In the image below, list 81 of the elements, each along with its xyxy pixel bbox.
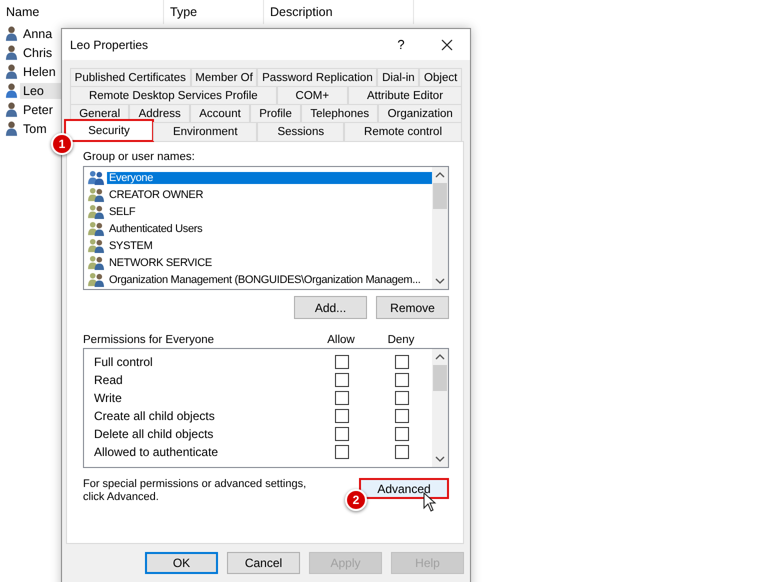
advanced-note: For special permissions or advanced settings, click Advanced. bbox=[83, 478, 308, 504]
help-button[interactable]: ? bbox=[378, 29, 424, 60]
user-icon bbox=[5, 45, 18, 60]
permission-name: Write bbox=[94, 391, 123, 405]
tab[interactable]: Address bbox=[129, 104, 190, 122]
window-title: Leo Properties bbox=[70, 38, 150, 52]
deny-checkbox[interactable] bbox=[395, 427, 409, 441]
group-icon bbox=[88, 272, 105, 287]
permission-name: Delete all child objects bbox=[94, 427, 214, 441]
group-icon bbox=[88, 170, 105, 185]
group-icon bbox=[88, 204, 105, 219]
user-icon bbox=[5, 83, 18, 98]
principal-item[interactable]: SELF bbox=[107, 206, 432, 218]
tab[interactable]: Dial-in bbox=[377, 68, 420, 86]
allow-checkbox[interactable] bbox=[335, 355, 349, 369]
scrollbar[interactable] bbox=[432, 349, 448, 467]
tab[interactable]: Password Replication bbox=[257, 68, 378, 86]
scroll-up-icon bbox=[435, 171, 445, 179]
allow-checkbox[interactable] bbox=[335, 445, 349, 459]
dialog-button[interactable]: Cancel bbox=[227, 552, 300, 574]
group-label: Group or user names: bbox=[83, 151, 196, 163]
permission-name: Create all child objects bbox=[94, 409, 216, 423]
allow-checkbox[interactable] bbox=[335, 391, 349, 405]
scroll-thumb[interactable] bbox=[433, 183, 447, 209]
scroll-down-icon bbox=[435, 455, 445, 463]
allow-checkbox[interactable] bbox=[335, 373, 349, 387]
list-button[interactable]: Remove bbox=[376, 296, 449, 319]
group-icon bbox=[88, 255, 105, 270]
tab[interactable]: Remote Desktop Services Profile bbox=[70, 86, 277, 104]
deny-checkbox[interactable] bbox=[395, 445, 409, 459]
allow-checkbox[interactable] bbox=[335, 409, 349, 423]
group-icon bbox=[88, 238, 105, 253]
principal-item[interactable]: Everyone bbox=[107, 172, 432, 184]
permission-name: Read bbox=[94, 373, 124, 387]
group-icon bbox=[88, 221, 105, 236]
allow-checkbox[interactable] bbox=[335, 427, 349, 441]
principal-item[interactable]: CREATOR OWNER bbox=[107, 188, 432, 200]
permissions-label: Permissions for Everyone bbox=[83, 334, 216, 346]
tab[interactable]: Sessions bbox=[257, 122, 344, 141]
scroll-up-icon bbox=[435, 353, 445, 361]
tab[interactable]: Profile bbox=[250, 104, 302, 122]
column-header[interactable]: Description bbox=[264, 0, 414, 24]
deny-checkbox[interactable] bbox=[395, 391, 409, 405]
column-header[interactable]: Type bbox=[164, 0, 264, 24]
principal-item[interactable]: NETWORK SERVICE bbox=[107, 256, 432, 268]
principal-item[interactable]: SYSTEM bbox=[107, 240, 432, 252]
group-icon bbox=[88, 187, 105, 202]
tab[interactable]: Telephones bbox=[301, 104, 378, 122]
tab[interactable]: Security bbox=[65, 120, 153, 141]
advanced-button[interactable]: Advanced bbox=[359, 478, 449, 499]
deny-checkbox[interactable] bbox=[395, 373, 409, 387]
tab[interactable]: Organization bbox=[378, 104, 462, 122]
permission-name: Full control bbox=[94, 355, 154, 369]
dialog-button[interactable]: OK bbox=[145, 552, 218, 574]
tab[interactable]: COM+ bbox=[276, 86, 348, 104]
tab[interactable]: Environment bbox=[153, 122, 258, 141]
list-button[interactable]: Add... bbox=[294, 296, 367, 319]
tab[interactable]: Published Certificates bbox=[70, 68, 191, 86]
close-icon bbox=[441, 38, 453, 50]
tab[interactable]: Member Of bbox=[190, 68, 258, 86]
tab[interactable]: Attribute Editor bbox=[348, 86, 462, 104]
deny-checkbox[interactable] bbox=[395, 409, 409, 423]
deny-header: Deny bbox=[386, 334, 416, 346]
user-icon bbox=[5, 26, 18, 41]
tab[interactable]: Account bbox=[190, 104, 250, 122]
principal-item[interactable]: Authenticated Users bbox=[107, 222, 432, 234]
deny-checkbox[interactable] bbox=[395, 355, 409, 369]
scroll-thumb[interactable] bbox=[433, 365, 447, 391]
user-icon bbox=[5, 64, 18, 79]
step-badge: 1 bbox=[51, 133, 73, 155]
column-header[interactable]: Name bbox=[0, 0, 164, 24]
scroll-down-icon bbox=[435, 277, 445, 285]
user-icon bbox=[5, 121, 18, 136]
cursor-icon bbox=[423, 492, 437, 512]
tab[interactable]: Object bbox=[419, 68, 462, 86]
tab[interactable]: Remote control bbox=[344, 122, 462, 141]
user-icon bbox=[5, 102, 18, 117]
principal-item[interactable]: Organization Management (BONGUIDES\Organization Managem... bbox=[107, 274, 432, 286]
permission-name: Allowed to authenticate bbox=[94, 445, 220, 459]
allow-header: Allow bbox=[326, 334, 356, 346]
scrollbar[interactable] bbox=[432, 167, 448, 289]
